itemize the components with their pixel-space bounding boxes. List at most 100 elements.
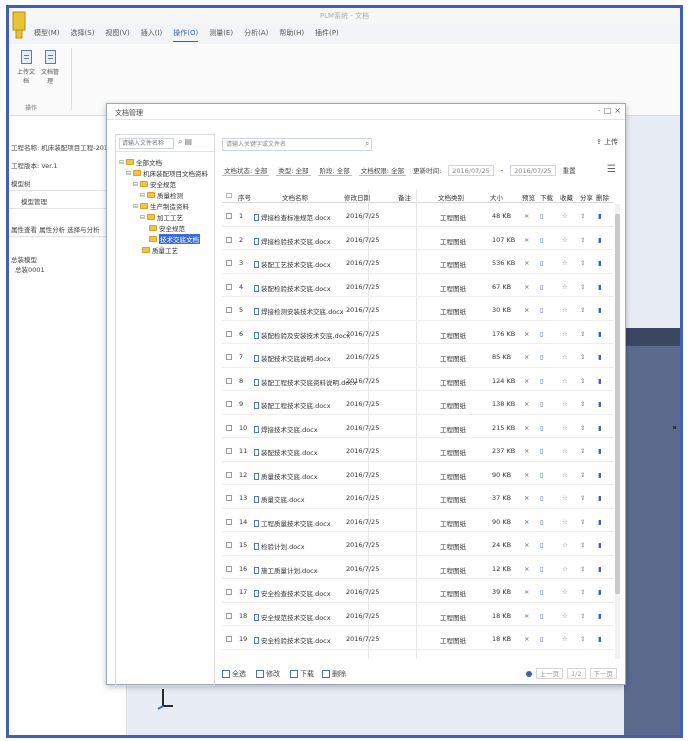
tab-model-management[interactable]: 模型管理 bbox=[21, 196, 47, 206]
table-row[interactable]: 15 检验计划.docx 2016/7/25 工程图纸 24 KB × ▯ ☆ ⇧ ▮ bbox=[222, 534, 614, 556]
download-icon[interactable]: ▯ bbox=[540, 612, 544, 620]
delete-icon[interactable]: ▮ bbox=[598, 541, 602, 549]
document-name-cell[interactable]: 装配检验技术交底.docx bbox=[254, 283, 331, 293]
delete-icon[interactable]: ▮ bbox=[598, 612, 602, 620]
delete-icon[interactable]: ▮ bbox=[598, 424, 602, 432]
column-header-name[interactable]: 文档名称 bbox=[282, 192, 308, 202]
row-checkbox[interactable] bbox=[226, 636, 232, 642]
delete-icon[interactable]: ▮ bbox=[598, 212, 602, 220]
download-icon[interactable]: ▯ bbox=[540, 447, 544, 455]
favorite-icon[interactable]: ☆ bbox=[562, 447, 568, 455]
favorite-icon[interactable]: ☆ bbox=[562, 424, 568, 432]
document-name-cell[interactable]: 装配技术交底说明.docx bbox=[254, 353, 331, 363]
table-row[interactable]: 14 工程质量技术交底.docx 2016/7/25 工程图纸 90 KB × ▯ ☆ ⇧ ▮ bbox=[222, 511, 614, 532]
table-row[interactable]: 8 装配工程技术交底资料说明.docx 2016/7/25 工程图纸 124 KB × ▯ ☆… bbox=[222, 370, 614, 391]
preview-icon[interactable]: × bbox=[524, 377, 529, 385]
tree-folder-item[interactable]: ⊟ 加工工艺 bbox=[140, 212, 183, 223]
document-name-cell[interactable]: 质量技术交底.docx bbox=[254, 471, 318, 481]
share-icon[interactable]: ⇧ bbox=[580, 259, 585, 267]
tree-search-input[interactable] bbox=[119, 138, 174, 149]
date-to-input[interactable]: 2016/07/25 bbox=[510, 164, 556, 176]
delete-icon[interactable]: ▮ bbox=[598, 494, 602, 502]
tree-folder-item[interactable]: ⊟ 机床装配项目文档资料 bbox=[126, 168, 208, 179]
row-checkbox[interactable] bbox=[226, 283, 232, 290]
share-icon[interactable]: ⇧ bbox=[580, 541, 585, 549]
delete-icon[interactable]: ▮ bbox=[598, 447, 602, 455]
share-icon[interactable]: ⇧ bbox=[580, 518, 585, 526]
download-icon[interactable]: ▯ bbox=[540, 541, 544, 549]
preview-icon[interactable]: × bbox=[524, 424, 529, 432]
upload-document-button[interactable]: 上传文档 bbox=[15, 50, 37, 85]
preview-icon[interactable]: × bbox=[524, 212, 529, 220]
column-header-note[interactable]: 备注 bbox=[398, 192, 411, 202]
favorite-icon[interactable]: ☆ bbox=[562, 565, 568, 573]
favorite-icon[interactable]: ☆ bbox=[562, 541, 568, 549]
download-icon[interactable]: ▯ bbox=[540, 471, 544, 479]
expand-toggle-icon[interactable]: ⊟ bbox=[133, 203, 138, 210]
row-checkbox[interactable] bbox=[226, 330, 232, 337]
preview-icon[interactable]: × bbox=[524, 447, 529, 455]
share-icon[interactable]: ⇧ bbox=[580, 424, 585, 432]
document-name-cell[interactable]: 装配工艺技术交底.docx bbox=[254, 259, 331, 269]
preview-icon[interactable]: × bbox=[524, 471, 529, 479]
list-menu-icon[interactable]: ☰ bbox=[607, 164, 616, 175]
download-icon[interactable]: ▯ bbox=[540, 259, 544, 267]
reset-button[interactable]: 重置 bbox=[563, 165, 576, 175]
download-icon[interactable]: ▯ bbox=[540, 635, 544, 643]
download-button[interactable]: 下载 bbox=[290, 669, 314, 679]
favorite-icon[interactable]: ☆ bbox=[562, 518, 568, 526]
table-row[interactable]: 4 装配检验技术交底.docx 2016/7/25 工程图纸 67 KB × ▯ ☆ ⇧ ▮ bbox=[222, 276, 614, 297]
table-row[interactable]: 6 装配检验及安装技术交底.docx 2016/7/25 工程图纸 176 KB × ▯ ☆ ⇧… bbox=[222, 323, 614, 344]
preview-icon[interactable]: × bbox=[524, 306, 529, 314]
preview-icon[interactable]: × bbox=[524, 259, 529, 267]
download-icon[interactable]: ▯ bbox=[540, 565, 544, 573]
delete-icon[interactable]: ▮ bbox=[598, 330, 602, 338]
expand-toggle-icon[interactable]: ⊟ bbox=[119, 159, 124, 166]
download-icon[interactable]: ▯ bbox=[540, 588, 544, 596]
row-checkbox[interactable] bbox=[226, 213, 232, 219]
column-header-size[interactable]: 大小 bbox=[490, 192, 503, 202]
tree-folder-item[interactable]: 安全规范 bbox=[147, 223, 185, 233]
row-checkbox[interactable] bbox=[226, 471, 232, 478]
edit-button[interactable]: 修改 bbox=[256, 669, 280, 679]
document-name-cell[interactable]: 质量交底.docx bbox=[254, 494, 305, 504]
expand-toggle-icon[interactable]: ⊟ bbox=[140, 192, 145, 199]
preview-icon[interactable]: × bbox=[524, 518, 529, 526]
document-name-cell[interactable]: 检验计划.docx bbox=[254, 541, 305, 551]
favorite-icon[interactable]: ☆ bbox=[562, 330, 568, 338]
tree-folder-item[interactable]: 技术交底文档 bbox=[147, 234, 200, 244]
share-icon[interactable]: ⇧ bbox=[580, 212, 585, 220]
table-row[interactable]: 3 装配工艺技术交底.docx 2016/7/25 工程图纸 536 KB × ▯ ☆ ⇧ ▮ bbox=[222, 252, 614, 274]
document-name-cell[interactable]: 施工质量计划.docx bbox=[254, 565, 318, 575]
preview-icon[interactable]: × bbox=[524, 330, 529, 338]
search-icon[interactable]: ⌕ bbox=[365, 139, 369, 149]
download-icon[interactable]: ▯ bbox=[540, 518, 544, 526]
share-icon[interactable]: ⇧ bbox=[580, 471, 585, 479]
table-row[interactable]: 11 装配技术交底.docx 2016/7/25 工程图纸 237 KB × ▯ ☆ ⇧ ▮ bbox=[222, 440, 614, 462]
table-row[interactable]: 10 焊接技术交底.docx 2016/7/25 工程图纸 215 KB × ▯ ☆ ⇧ ▮ bbox=[222, 417, 614, 438]
table-row[interactable]: 19 安全检验技术交底.docx 2016/7/25 工程图纸 18 KB × ▯ ☆ ⇧ ▮ bbox=[222, 628, 614, 650]
tree-folder-item[interactable]: ⊟ 全部文档 bbox=[119, 157, 162, 168]
minimize-button[interactable]: - bbox=[598, 106, 601, 115]
table-row[interactable]: 5 焊接检测安装技术交底.docx 2016/7/25 工程图纸 30 KB × ▯ ☆ ⇧ ▮ bbox=[222, 299, 614, 321]
delete-icon[interactable]: ▮ bbox=[598, 236, 602, 244]
document-name-cell[interactable]: 安全检验技术交底.docx bbox=[254, 635, 331, 645]
upload-button[interactable]: ⇪ 上传 bbox=[596, 137, 618, 147]
preview-icon[interactable]: × bbox=[524, 400, 529, 408]
document-name-cell[interactable]: 安全规范技术交底.docx bbox=[254, 612, 331, 622]
row-checkbox[interactable] bbox=[226, 448, 232, 454]
delete-icon[interactable]: ▮ bbox=[598, 588, 602, 596]
menu-item[interactable]: 插件(P) bbox=[315, 28, 339, 42]
row-checkbox[interactable] bbox=[226, 542, 232, 548]
menu-item[interactable]: 插入(I) bbox=[141, 28, 163, 42]
download-icon[interactable]: ▯ bbox=[540, 236, 544, 244]
table-row[interactable]: 2 焊接检验技术交底.docx 2016/7/25 工程图纸 107 KB × ▯ ☆ ⇧ ▮ bbox=[222, 229, 614, 250]
filter-permission[interactable]: 文档权限: 全部 bbox=[358, 165, 407, 176]
row-checkbox[interactable] bbox=[226, 589, 232, 595]
download-icon[interactable]: ▯ bbox=[540, 212, 544, 220]
favorite-icon[interactable]: ☆ bbox=[562, 400, 568, 408]
document-name-cell[interactable]: 装配工程技术交底.docx bbox=[254, 400, 331, 410]
preview-icon[interactable]: × bbox=[524, 588, 529, 596]
menu-item[interactable]: 分析(A) bbox=[244, 28, 268, 42]
expand-toggle-icon[interactable]: ⊟ bbox=[140, 214, 145, 221]
